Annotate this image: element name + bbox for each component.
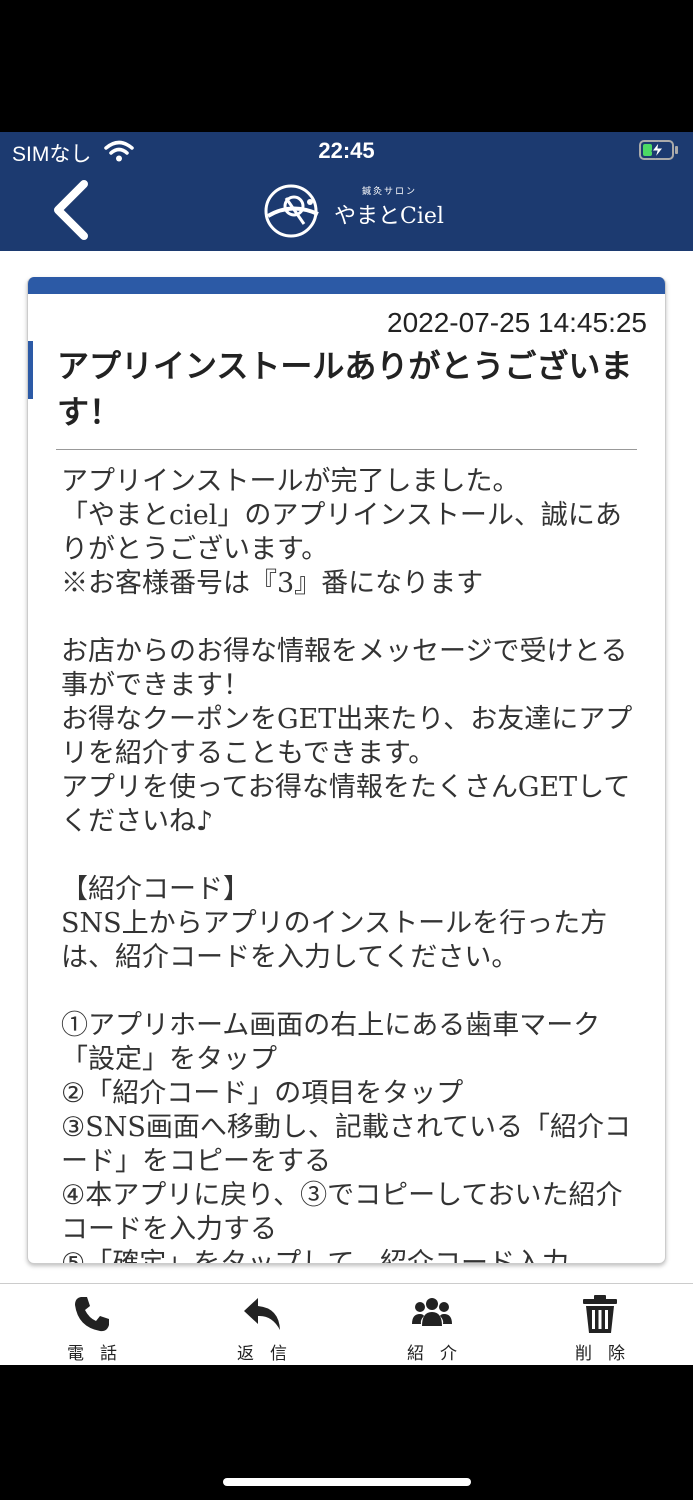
back-button[interactable] [44, 178, 98, 242]
phone-icon [75, 1297, 109, 1332]
tab-delete[interactable]: 削除 [540, 1284, 660, 1365]
message-body: アプリインストールが完了しました。 「やまとciel」のアプリインストール、誠に… [61, 466, 633, 1264]
message-title: アプリインストールありがとうございます！ [57, 347, 633, 431]
tab-reply[interactable]: 返信 [202, 1284, 322, 1365]
title-divider [56, 449, 637, 450]
tab-delete-label: 削除 [575, 1344, 641, 1364]
tab-phone[interactable]: 電話 [32, 1284, 152, 1365]
nav-bar: 鍼灸サロン やまとCiel [0, 168, 693, 251]
message-timestamp: 2022-07-25 14:45:25 [387, 307, 647, 338]
logo-subtitle: 鍼灸サロン [362, 187, 418, 197]
app-logo: 鍼灸サロン やまとCiel [258, 180, 458, 242]
reply-icon [244, 1298, 280, 1330]
tab-reply-label: 返信 [237, 1344, 303, 1364]
message-card[interactable]: 2022-07-25 14:45:25 アプリインストールありがとうございます！… [27, 277, 666, 1264]
message-view: 2022-07-25 14:45:25 アプリインストールありがとうございます！… [0, 251, 693, 1283]
logo-title: やまとCiel [334, 204, 444, 229]
logo-mark-icon [264, 184, 319, 238]
card-header-bar [28, 277, 665, 294]
status-time: 22:45 [318, 138, 375, 163]
battery-charging-icon [639, 140, 678, 160]
home-indicator[interactable] [223, 1478, 471, 1486]
trash-icon [583, 1295, 617, 1333]
bottom-action-bar: 電話 返信 紹介 削除 [0, 1283, 693, 1365]
status-bar: SIMなし 22:45 [0, 132, 693, 168]
title-accent-bar [28, 341, 33, 399]
users-icon [412, 1298, 452, 1326]
tab-share[interactable]: 紹介 [372, 1284, 492, 1365]
tab-share-label: 紹介 [407, 1344, 473, 1364]
tab-phone-label: 電話 [67, 1344, 133, 1364]
